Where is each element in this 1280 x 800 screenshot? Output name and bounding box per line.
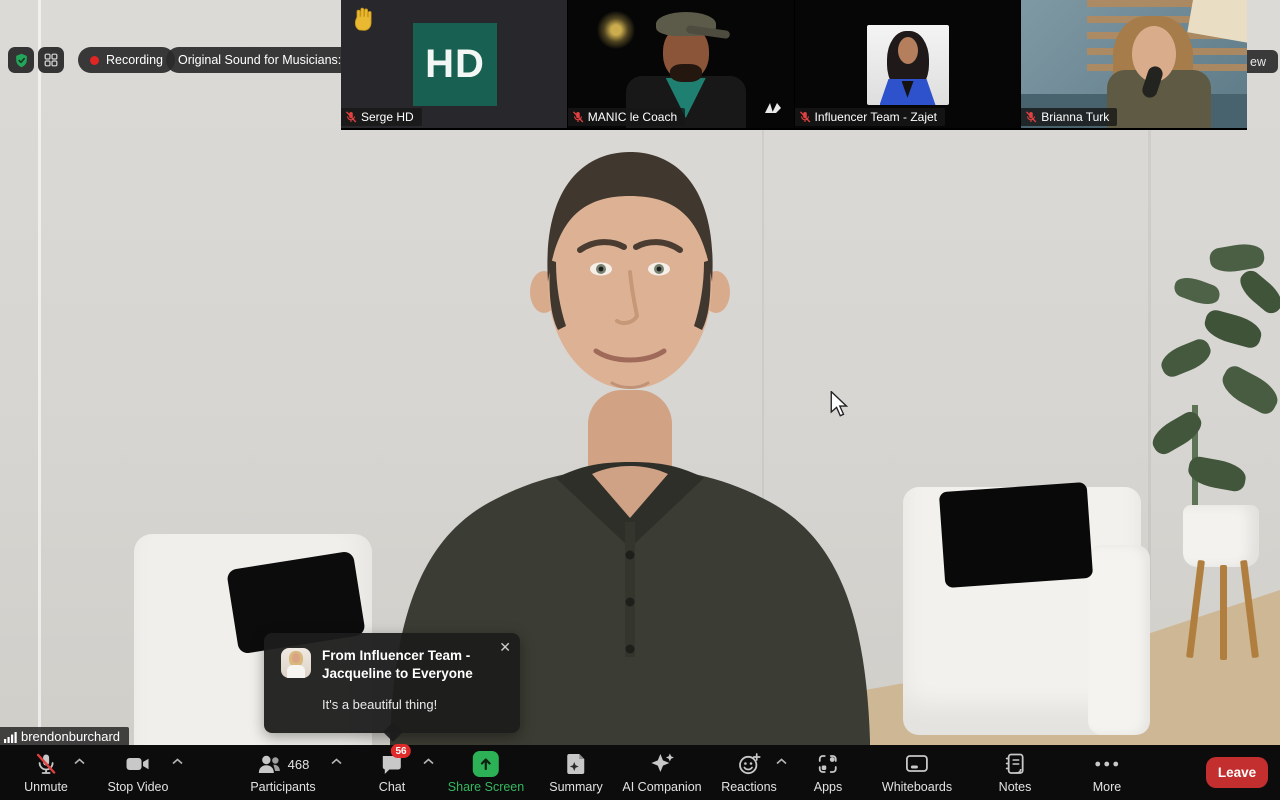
meeting-toolbar: Unmute Stop Video [0,745,1280,800]
connection-signal-icon [4,731,17,743]
participant-name-bar: Brianna Turk [1021,108,1117,126]
reactions-label: Reactions [721,780,777,794]
reactions-options-chevron[interactable] [776,758,787,765]
more-label: More [1093,780,1121,794]
chat-notification-message: It's a beautiful thing! [322,697,437,712]
view-button-label: ew [1250,55,1266,69]
apps-button[interactable]: Apps [814,751,843,794]
unmute-button[interactable]: Unmute [24,751,68,794]
avatar-face [292,653,300,663]
wall-panel-line [38,0,41,735]
mic-muted-icon [1025,111,1037,123]
shield-check-icon [13,52,30,69]
ai-companion-button[interactable]: AI Companion [622,751,701,794]
mic-muted-icon [345,111,357,123]
unmute-options-chevron[interactable] [74,758,85,765]
stop-video-label: Stop Video [108,780,169,794]
profile-photo [867,25,949,105]
participant-filmstrip: HD Serge HD [341,0,1247,130]
participants-label: Participants [250,780,315,794]
original-sound-toggle[interactable]: Original Sound for Musicians: O [166,47,362,73]
participants-count: 468 [288,757,310,772]
participant-name: MANIC le Coach [588,110,677,124]
notes-icon [1004,752,1026,776]
share-screen-button[interactable]: Share Screen [448,751,524,794]
participant-name-bar: Serge HD [341,108,422,126]
participant-tile-brianna-turk[interactable]: Brianna Turk [1021,0,1247,128]
mic-muted-icon [572,111,584,123]
recording-indicator[interactable]: Recording [78,47,175,73]
whiteboards-button[interactable]: Whiteboards [882,751,952,794]
whiteboards-label: Whiteboards [882,780,952,794]
gold-firework-logo [594,8,638,52]
zoom-meeting-window: Recording Original Sound for Musicians: … [0,0,1280,800]
chat-button[interactable]: 56 Chat [379,751,405,794]
participant-name-bar: MANIC le Coach [568,108,685,126]
mouse-cursor [828,391,850,417]
plant-leaves [1140,225,1280,525]
security-shield-button[interactable] [8,47,34,73]
sender-avatar [281,648,311,678]
armchair-arm [1088,545,1150,735]
raised-hand-icon [350,6,374,32]
original-sound-label: Original Sound for Musicians: O [178,53,354,67]
avatar-top [287,665,305,678]
whiteboard-icon [904,753,930,775]
ai-companion-icon [649,752,675,776]
chat-label: Chat [379,780,405,794]
stop-video-button[interactable]: Stop Video [108,751,169,794]
nb-logo [764,102,782,114]
person-face [898,37,918,64]
self-name: brendonburchard [21,729,120,744]
mic-muted-icon [34,752,58,776]
reactions-button[interactable]: Reactions [721,751,777,794]
video-options-chevron[interactable] [172,758,183,765]
gallery-view-button[interactable] [38,47,64,73]
participant-tile-influencer-team[interactable]: Influencer Team - Zajet [795,0,1021,128]
share-screen-label: Share Screen [448,780,524,794]
summary-label: Summary [549,780,602,794]
apps-label: Apps [814,780,843,794]
participant-name-bar: Influencer Team - Zajet [795,108,946,126]
reactions-smiley-icon [737,752,761,776]
notes-button[interactable]: Notes [999,751,1032,794]
unmute-label: Unmute [24,780,68,794]
leave-button[interactable]: Leave [1206,757,1268,788]
hd-avatar-square: HD [413,23,497,106]
ai-companion-label: AI Companion [622,780,701,794]
summary-button[interactable]: Summary [549,751,602,794]
participant-name: Influencer Team - Zajet [815,110,938,124]
plant-pot [1183,505,1259,567]
more-button[interactable]: More [1093,751,1121,794]
black-pillow [939,482,1093,588]
chat-notification-popup[interactable]: From Influencer Team - Jacqueline to Eve… [264,633,520,733]
participants-icon [257,754,283,774]
participants-options-chevron[interactable] [331,758,342,765]
close-icon[interactable]: ✕ [499,639,511,656]
hd-badge: HD [425,42,485,87]
chat-options-chevron[interactable] [423,758,434,765]
share-screen-icon [473,751,499,777]
camera-icon [125,753,151,775]
self-name-label: brendonburchard [0,727,129,746]
plant-stand-leg [1220,565,1227,660]
grid-icon [43,52,59,68]
participant-name: Brianna Turk [1041,110,1109,124]
chat-notification-title: From Influencer Team - Jacqueline to Eve… [322,647,500,683]
recording-dot-icon [90,56,99,65]
participant-tile-serge-hd[interactable]: HD Serge HD [341,0,567,128]
chat-unread-badge: 56 [391,744,411,758]
person-beard [670,64,702,82]
participant-tile-manic-le-coach[interactable]: MANIC le Coach [568,0,794,128]
more-dots-icon [1094,760,1120,768]
recording-label: Recording [106,53,163,67]
apps-icon [817,753,839,775]
participants-button[interactable]: 468 Participants [250,751,315,794]
summary-icon [565,752,587,776]
mic-muted-icon [799,111,811,123]
participant-name: Serge HD [361,110,414,124]
notes-label: Notes [999,780,1032,794]
